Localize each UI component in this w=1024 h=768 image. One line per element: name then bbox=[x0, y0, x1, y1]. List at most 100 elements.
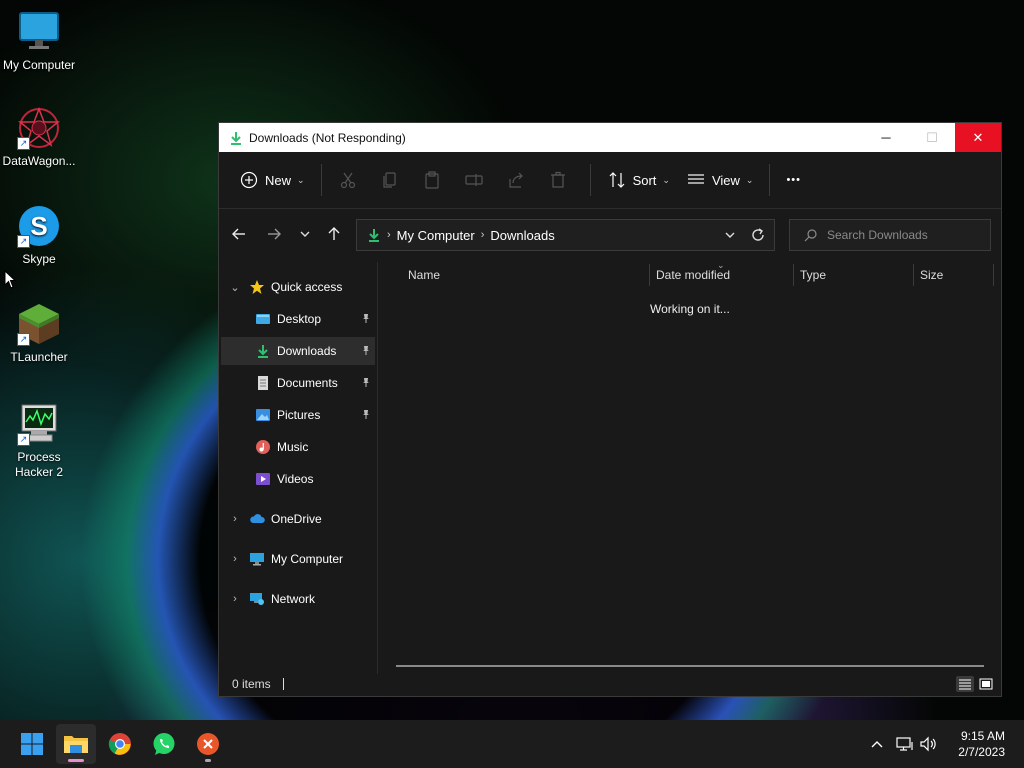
view-label: View bbox=[711, 172, 740, 188]
forward-button[interactable] bbox=[258, 220, 290, 252]
nav-item-pictures[interactable]: Pictures bbox=[221, 401, 375, 429]
delete-button[interactable] bbox=[540, 164, 582, 196]
up-button[interactable] bbox=[318, 220, 350, 252]
recent-locations-button[interactable] bbox=[289, 220, 321, 252]
chevron-right-icon[interactable]: › bbox=[229, 513, 241, 525]
desktop-icon-skype[interactable]: S ↗ Skype bbox=[0, 204, 78, 267]
sort-arrows-icon bbox=[607, 170, 627, 190]
more-options-button[interactable]: ••• bbox=[778, 164, 809, 196]
monitor-icon bbox=[249, 551, 265, 567]
taskbar-whatsapp[interactable] bbox=[144, 724, 184, 764]
desktop-icon-datawagon[interactable]: ↗ DataWagon... bbox=[0, 106, 78, 169]
chevron-down-icon[interactable]: ⌄ bbox=[229, 281, 241, 294]
clock-time: 9:15 AM bbox=[960, 729, 1005, 743]
file-list-area[interactable]: Name ⌄ Date modified Type Size Working o… bbox=[379, 260, 1001, 674]
speaker-icon[interactable] bbox=[920, 736, 938, 752]
nav-label: Videos bbox=[277, 472, 314, 486]
breadcrumb-downloads[interactable]: Downloads bbox=[490, 228, 554, 243]
refresh-icon[interactable] bbox=[751, 228, 765, 242]
desktop-icon-process-hacker[interactable]: ↗ Process Hacker 2 bbox=[0, 402, 78, 480]
running-indicator bbox=[68, 759, 84, 762]
taskbar-app-x[interactable] bbox=[188, 724, 228, 764]
nav-item-downloads[interactable]: Downloads bbox=[221, 337, 375, 365]
maximize-icon: ☐ bbox=[926, 129, 938, 145]
search-box[interactable]: Search Downloads bbox=[789, 219, 991, 251]
minimize-button[interactable]: ─ bbox=[863, 123, 909, 152]
desktop-icon-my-computer[interactable]: My Computer bbox=[0, 10, 78, 73]
chevron-right-icon[interactable]: › bbox=[229, 553, 241, 565]
share-button[interactable] bbox=[498, 164, 540, 196]
details-view-button[interactable] bbox=[956, 676, 974, 692]
tiles-view-button[interactable] bbox=[977, 676, 995, 692]
search-placeholder: Search Downloads bbox=[827, 228, 928, 242]
plus-circle-icon bbox=[239, 170, 259, 190]
desktop-folder-icon bbox=[255, 311, 271, 327]
monitor-icon bbox=[17, 10, 61, 54]
column-header-date-modified[interactable]: Date modified bbox=[656, 262, 792, 288]
nav-item-desktop[interactable]: Desktop bbox=[221, 305, 375, 333]
nav-item-documents[interactable]: Documents bbox=[221, 369, 375, 397]
clipboard-icon bbox=[422, 170, 442, 190]
start-button[interactable] bbox=[12, 724, 52, 764]
details-view-icon bbox=[958, 678, 972, 690]
taskbar-chrome[interactable] bbox=[100, 724, 140, 764]
nav-network[interactable]: › Network bbox=[221, 585, 375, 613]
nav-item-music[interactable]: Music bbox=[221, 433, 375, 461]
desktop-icon-tlauncher[interactable]: ↗ TLauncher bbox=[0, 302, 78, 365]
back-button[interactable] bbox=[223, 220, 255, 252]
downloads-icon bbox=[229, 131, 243, 145]
status-bar: 0 items bbox=[219, 672, 1001, 696]
window-titlebar[interactable]: Downloads (Not Responding) ─ ☐ ✕ bbox=[219, 123, 1001, 152]
mouse-cursor-icon bbox=[4, 269, 17, 295]
loading-message: Working on it... bbox=[650, 302, 730, 316]
taskbar-file-explorer[interactable] bbox=[56, 724, 96, 764]
new-label: New bbox=[265, 172, 292, 188]
column-divider[interactable] bbox=[993, 264, 994, 286]
pin-icon[interactable] bbox=[361, 377, 371, 390]
breadcrumb-my-computer[interactable]: My Computer bbox=[397, 228, 475, 243]
chevron-right-icon: › bbox=[387, 229, 391, 241]
nav-item-videos[interactable]: Videos bbox=[221, 465, 375, 493]
pin-icon[interactable] bbox=[361, 409, 371, 422]
chevron-down-icon: ⌄ bbox=[745, 174, 754, 185]
maximize-button[interactable]: ☐ bbox=[909, 123, 955, 152]
column-header-type[interactable]: Type bbox=[800, 262, 910, 288]
nav-my-computer[interactable]: › My Computer bbox=[221, 545, 375, 573]
column-header-name[interactable]: Name bbox=[408, 262, 648, 288]
new-button[interactable]: New ⌄ bbox=[231, 164, 313, 196]
column-divider[interactable] bbox=[649, 264, 650, 286]
music-icon bbox=[255, 439, 271, 455]
sort-button[interactable]: Sort ⌄ bbox=[599, 164, 678, 196]
column-divider[interactable] bbox=[793, 264, 794, 286]
nav-quick-access[interactable]: ⌄ Quick access bbox=[221, 273, 375, 301]
chevron-right-icon[interactable]: › bbox=[229, 593, 241, 605]
pin-icon[interactable] bbox=[361, 313, 371, 326]
horizontal-scrollbar[interactable] bbox=[396, 665, 984, 667]
nav-label: My Computer bbox=[271, 552, 344, 566]
address-bar[interactable]: › My Computer › Downloads bbox=[356, 219, 775, 251]
taskbar-clock[interactable]: 9:15 AM 2/7/2023 bbox=[958, 728, 1005, 760]
nav-label: Pictures bbox=[277, 408, 321, 422]
column-divider[interactable] bbox=[913, 264, 914, 286]
divider bbox=[589, 164, 591, 196]
address-history-button[interactable] bbox=[724, 229, 736, 241]
chevron-up-icon[interactable] bbox=[870, 739, 884, 749]
close-button[interactable]: ✕ bbox=[955, 123, 1001, 152]
minecraft-grass-block-icon: ↗ bbox=[17, 302, 61, 346]
share-icon bbox=[506, 170, 526, 190]
search-icon bbox=[804, 228, 817, 242]
chevron-down-icon: ⌄ bbox=[297, 174, 305, 185]
nav-onedrive[interactable]: › OneDrive bbox=[221, 505, 375, 533]
network-status-icon[interactable] bbox=[896, 736, 914, 752]
nav-label: Network bbox=[271, 592, 316, 606]
copy-button[interactable] bbox=[372, 164, 414, 196]
view-button[interactable]: View ⌄ bbox=[678, 164, 762, 196]
document-icon bbox=[255, 375, 271, 391]
cut-button[interactable] bbox=[330, 164, 372, 196]
pin-icon[interactable] bbox=[361, 345, 371, 358]
paste-button[interactable] bbox=[414, 164, 456, 196]
scissors-icon bbox=[338, 170, 358, 190]
cloud-icon bbox=[249, 511, 265, 527]
column-header-size[interactable]: Size bbox=[920, 262, 990, 288]
rename-button[interactable] bbox=[456, 164, 498, 196]
